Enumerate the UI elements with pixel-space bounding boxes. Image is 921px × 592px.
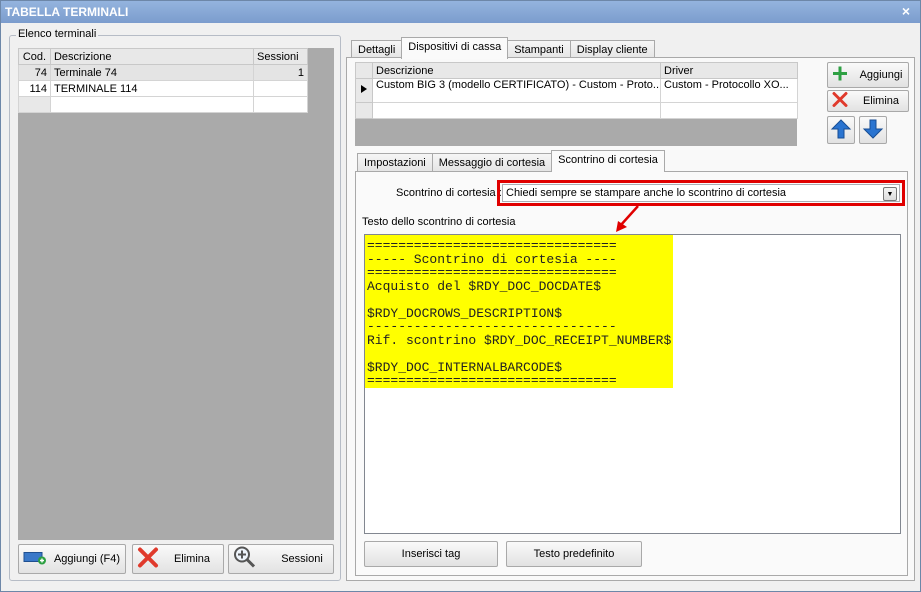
- arrow-up-icon: [830, 118, 852, 143]
- receipt-line: Acquisto del $RDY_DOC_DOCDATE$: [367, 278, 602, 294]
- receipt-line: Rif. scontrino $RDY_DOC_RECEIPT_NUMBER$: [367, 332, 672, 348]
- receipt-line: $RDY_DOC_INTERNALBARCODE$: [367, 359, 563, 375]
- courtesy-receipt-textarea[interactable]: ================================ ----- Sc…: [364, 234, 901, 534]
- cell-cod: 74: [18, 64, 51, 81]
- title-bar: TABELLA TERMINALI ×: [1, 1, 920, 23]
- cell-driver: Custom - Protocollo XO...: [660, 78, 798, 103]
- add-terminal-icon: [23, 551, 47, 568]
- table-row[interactable]: 114 TERMINALE 114: [18, 80, 308, 97]
- chevron-down-icon[interactable]: ▼: [883, 187, 897, 201]
- delete-icon: [137, 547, 159, 572]
- delete-device-button[interactable]: Elimina: [827, 90, 909, 112]
- courtesy-text-label: Testo dello scontrino di cortesia: [362, 216, 516, 228]
- column-header-descrizione[interactable]: Descrizione: [372, 62, 661, 79]
- devices-grid[interactable]: Descrizione Driver Custom BIG 3 (modello…: [355, 62, 798, 146]
- cell-empty: [18, 96, 51, 113]
- column-header-driver[interactable]: Driver: [660, 62, 798, 79]
- default-text-label: Testo predefinito: [533, 548, 615, 560]
- receipt-line: ================================: [367, 238, 617, 253]
- sub-tabs: Impostazioni Messaggio di cortesia Scont…: [357, 150, 665, 172]
- terminals-group: Elenco terminali Cod. Descrizione Sessio…: [9, 28, 341, 581]
- delete-terminal-button[interactable]: Elimina: [132, 544, 224, 574]
- arrow-down-icon: [862, 118, 884, 143]
- default-text-button[interactable]: Testo predefinito: [506, 541, 642, 567]
- row-header-corner: [355, 62, 373, 79]
- delete-terminal-label: Elimina: [173, 553, 211, 565]
- add-device-label: Aggiungi: [859, 69, 903, 81]
- table-header: Cod. Descrizione Sessioni: [18, 48, 308, 65]
- tab-dispositivi-di-cassa[interactable]: Dispositivi di cassa: [401, 37, 509, 59]
- table-header: Descrizione Driver: [355, 62, 798, 79]
- sessions-button[interactable]: Sessioni: [228, 544, 334, 574]
- terminals-table: Cod. Descrizione Sessioni 74 Terminale 7…: [18, 48, 308, 113]
- insert-tag-label: Inserisci tag: [401, 548, 461, 560]
- delete-icon: [832, 92, 848, 111]
- receipt-line: ================================: [367, 265, 617, 280]
- cell-empty: [660, 102, 798, 119]
- courtesy-receipt-select-value: Chiedi sempre se stampare anche lo scont…: [506, 187, 787, 199]
- table-row[interactable]: Custom BIG 3 (modello CERTIFICATO) - Cus…: [355, 78, 798, 103]
- annotation-arrow-icon: [616, 205, 639, 232]
- cell-sessioni: [253, 80, 308, 97]
- receipt-line: $RDY_DOCROWS_DESCRIPTION$: [367, 305, 563, 321]
- top-tabs: Dettagli Dispositivi di cassa Stampanti …: [351, 37, 655, 59]
- terminals-group-legend: Elenco terminali: [16, 28, 99, 40]
- cell-cod: 114: [18, 80, 51, 97]
- devices-tab-panel: Descrizione Driver Custom BIG 3 (modello…: [346, 57, 915, 581]
- devices-table: Descrizione Driver Custom BIG 3 (modello…: [355, 62, 798, 119]
- sessions-label: Sessioni: [281, 553, 323, 565]
- courtesy-receipt-select[interactable]: Chiedi sempre se stampare anche lo scont…: [502, 184, 900, 202]
- insert-tag-button[interactable]: Inserisci tag: [364, 541, 498, 567]
- tab-impostazioni[interactable]: Impostazioni: [357, 153, 433, 172]
- receipt-template-text: ================================ ----- Sc…: [365, 235, 674, 388]
- row-pointer-icon: [355, 78, 373, 103]
- cell-descrizione: Terminale 74: [49, 64, 255, 81]
- courtesy-combo-label: Scontrino di cortesia :: [396, 187, 502, 199]
- add-terminal-label: Aggiungi (F4): [53, 553, 121, 565]
- cell-empty: [49, 96, 255, 113]
- receipt-line: ----- Scontrino di cortesia ----: [367, 251, 617, 267]
- receipt-line: [367, 347, 671, 361]
- close-icon[interactable]: ×: [898, 4, 914, 20]
- zoom-in-icon: [233, 546, 257, 573]
- column-header-sessioni[interactable]: Sessioni: [253, 48, 308, 65]
- delete-device-label: Elimina: [862, 95, 900, 107]
- receipt-line: [367, 293, 671, 307]
- cell-descrizione: Custom BIG 3 (modello CERTIFICATO) - Cus…: [372, 78, 661, 103]
- move-up-button[interactable]: [827, 116, 855, 144]
- receipt-line: ================================: [367, 373, 617, 388]
- tab-messaggio-di-cortesia[interactable]: Messaggio di cortesia: [431, 153, 553, 172]
- cell-empty: [372, 102, 661, 119]
- column-header-cod[interactable]: Cod.: [18, 48, 51, 65]
- cell-descrizione: TERMINALE 114: [49, 80, 255, 97]
- cell-sessioni: 1: [253, 64, 308, 81]
- add-terminal-button[interactable]: Aggiungi (F4): [18, 544, 126, 574]
- move-down-button[interactable]: [859, 116, 887, 144]
- terminals-window: TABELLA TERMINALI × Elenco terminali Cod…: [0, 0, 921, 592]
- table-row[interactable]: 74 Terminale 74 1: [18, 64, 308, 81]
- window-title: TABELLA TERMINALI: [5, 5, 129, 19]
- terminals-grid[interactable]: Cod. Descrizione Sessioni 74 Terminale 7…: [18, 48, 334, 540]
- table-new-row[interactable]: [355, 102, 798, 119]
- column-header-descrizione[interactable]: Descrizione: [49, 48, 255, 65]
- table-new-row[interactable]: [18, 96, 308, 113]
- add-device-button[interactable]: Aggiungi: [827, 62, 909, 88]
- cell-empty: [355, 102, 373, 119]
- cell-empty: [253, 96, 308, 113]
- plus-icon: [832, 66, 848, 85]
- receipt-line: --------------------------------: [367, 319, 617, 334]
- tab-scontrino-di-cortesia[interactable]: Scontrino di cortesia: [551, 150, 665, 172]
- courtesy-receipt-panel: Scontrino di cortesia : Chiedi sempre se…: [355, 171, 908, 576]
